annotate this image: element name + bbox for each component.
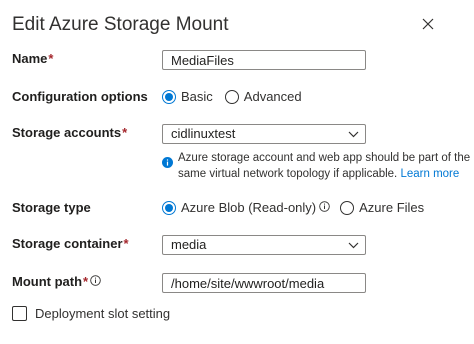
deployment-slot-label: Deployment slot setting bbox=[35, 306, 171, 321]
radio-advanced[interactable]: Advanced bbox=[224, 89, 302, 104]
radio-basic-circle bbox=[162, 89, 176, 104]
learn-more-link[interactable]: Learn more bbox=[400, 168, 459, 180]
storage-type-radio-group: Azure Blob (Read-only) Azure Files bbox=[162, 200, 436, 215]
storage-accounts-dropdown[interactable]: cidlinuxtest bbox=[162, 124, 366, 144]
close-icon bbox=[422, 18, 434, 30]
radio-azure-blob-label: Azure Blob (Read-only) bbox=[181, 200, 317, 215]
storage-container-label-text: Storage container bbox=[12, 236, 123, 251]
required-mark: * bbox=[83, 274, 89, 289]
radio-advanced-circle bbox=[224, 89, 239, 104]
info-filled-icon bbox=[162, 157, 173, 168]
storage-container-label: Storage container * bbox=[12, 236, 129, 251]
storage-accounts-label-text: Storage accounts bbox=[12, 125, 122, 140]
close-button[interactable] bbox=[420, 16, 436, 32]
info-icon bbox=[319, 201, 330, 212]
dialog-title: Edit Azure Storage Mount bbox=[12, 14, 229, 35]
name-input[interactable] bbox=[162, 50, 366, 70]
radio-azure-files-label: Azure Files bbox=[359, 200, 425, 215]
storage-note: Azure storage account and web app should… bbox=[162, 150, 474, 182]
name-label: Name * bbox=[12, 51, 53, 66]
radio-basic[interactable]: Basic bbox=[162, 89, 213, 104]
mount-path-label-text: Mount path bbox=[12, 274, 83, 289]
storage-accounts-value: cidlinuxtest bbox=[171, 126, 236, 141]
mount-path-input[interactable] bbox=[162, 273, 366, 293]
chevron-down-icon bbox=[348, 242, 359, 249]
chevron-down-icon bbox=[348, 131, 359, 138]
config-options-label: Configuration options bbox=[12, 89, 148, 104]
storage-note-text: Azure storage account and web app should… bbox=[178, 150, 474, 182]
storage-container-value: media bbox=[171, 237, 207, 252]
radio-azure-blob-circle bbox=[162, 200, 176, 215]
radio-azure-blob[interactable]: Azure Blob (Read-only) bbox=[162, 200, 330, 215]
mount-path-label: Mount path * bbox=[12, 274, 101, 289]
info-icon[interactable] bbox=[90, 275, 101, 286]
storage-accounts-label: Storage accounts * bbox=[12, 125, 127, 140]
radio-azure-files-circle bbox=[340, 200, 355, 215]
config-options-radio-group: Basic Advanced bbox=[162, 89, 314, 104]
required-mark: * bbox=[48, 51, 54, 66]
radio-azure-files[interactable]: Azure Files bbox=[340, 200, 424, 215]
required-mark: * bbox=[122, 125, 128, 140]
required-mark: * bbox=[123, 236, 129, 251]
storage-container-dropdown[interactable]: media bbox=[162, 235, 366, 255]
name-label-text: Name bbox=[12, 51, 48, 66]
deployment-slot-checkbox[interactable] bbox=[12, 306, 27, 321]
deployment-slot-setting[interactable]: Deployment slot setting bbox=[12, 306, 170, 321]
radio-advanced-label: Advanced bbox=[243, 89, 302, 104]
radio-basic-label: Basic bbox=[181, 89, 213, 104]
storage-type-label: Storage type bbox=[12, 200, 91, 215]
